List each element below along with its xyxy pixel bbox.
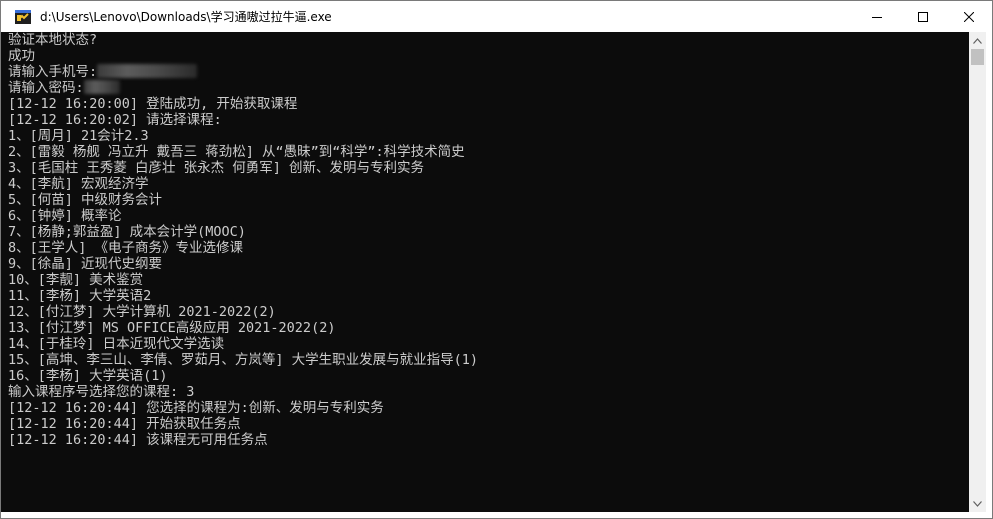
minimize-icon xyxy=(872,16,882,18)
course-list-item: 9、[徐晶] 近现代史纲要 xyxy=(8,256,163,272)
console-window: d:\Users\Lenovo\Downloads\学习通嗷过拉牛逼.exe 验… xyxy=(0,0,993,519)
course-list-item: 4、[李航] 宏观经济学 xyxy=(8,176,149,192)
maximize-button[interactable] xyxy=(900,1,946,32)
course-list-item: 15、[高坤、李三山、李倩、罗茹月、方岚等] 大学生职业发展与就业指导(1) xyxy=(8,352,479,368)
course-list-item: 3、[毛国柱 王秀菱 白彦壮 张永杰 何勇军] 创新、发明与专利实务 xyxy=(8,160,425,176)
course-list-item: 13、[付江梦] MS OFFICE高级应用 2021-2022(2) xyxy=(8,320,336,336)
password-prompt: 请输入密码: xyxy=(8,80,84,96)
course-list-item: 14、[于桂玲] 日本近现代文学选读 xyxy=(8,336,225,352)
course-list-item: 5、[何苗] 中级财务会计 xyxy=(8,192,163,208)
scroll-up-arrow-icon xyxy=(973,37,982,44)
course-list-item: 8、[王学人] 《电子商务》专业选修课 xyxy=(8,240,244,256)
course-list-item: 7、[杨静;郭益盈] 成本会计学(MOOC) xyxy=(8,224,246,240)
console-line-course-input: 输入课程序号选择您的课程: 3 xyxy=(8,384,195,400)
console-output[interactable]: 验证本地状态? 成功 请输入手机号: 请输入密码: [12-12 16:20:0… xyxy=(1,32,969,512)
console-app-icon[interactable] xyxy=(14,8,32,26)
scrollbar-thumb[interactable] xyxy=(971,49,984,65)
minimize-button[interactable] xyxy=(854,1,900,32)
course-list-item: 11、[李杨] 大学英语2 xyxy=(8,288,152,304)
maximize-icon xyxy=(918,11,928,22)
scroll-up-button[interactable] xyxy=(969,32,986,49)
console-line: [12-12 16:20:44] 该课程无可用任务点 xyxy=(8,432,268,448)
console-line-password: 请输入密码: xyxy=(8,80,969,96)
window-title: d:\Users\Lenovo\Downloads\学习通嗷过拉牛逼.exe xyxy=(40,10,332,24)
window-controls xyxy=(854,1,992,32)
course-list-item: 6、[钟婷] 概率论 xyxy=(8,208,122,224)
course-list-item: 1、[周月] 21会计2.3 xyxy=(8,128,149,144)
console-line: 验证本地状态? xyxy=(8,32,98,48)
title-bar[interactable]: d:\Users\Lenovo\Downloads\学习通嗷过拉牛逼.exe xyxy=(1,1,992,32)
course-list-item: 16、[李杨] 大学英语(1) xyxy=(8,368,168,384)
console-line: [12-12 16:20:02] 请选择课程: xyxy=(8,112,222,128)
course-list-item: 12、[付江梦] 大学计算机 2021-2022(2) xyxy=(8,304,276,320)
course-list-item: 2、[雷毅 杨舰 冯立升 戴吾三 蒋劲松] 从“愚昧”到“科学”:科学技术简史 xyxy=(8,144,465,160)
window-bottom-border xyxy=(1,512,992,518)
console-line: [12-12 16:20:44] 开始获取任务点 xyxy=(8,416,241,432)
console-line-phone: 请输入手机号: xyxy=(8,64,969,80)
console-line: [12-12 16:20:00] 登陆成功, 开始获取课程 xyxy=(8,96,298,112)
close-button[interactable] xyxy=(946,1,992,32)
scroll-down-button[interactable] xyxy=(969,495,986,512)
console-line: [12-12 16:20:44] 您选择的课程为:创新、发明与专利实务 xyxy=(8,400,384,416)
console-line: 成功 xyxy=(8,48,35,64)
close-icon xyxy=(964,11,974,22)
console-lines: 验证本地状态? 成功 请输入手机号: 请输入密码: [12-12 16:20:0… xyxy=(1,32,969,448)
scroll-down-arrow-icon xyxy=(973,500,982,507)
redacted-password xyxy=(83,80,120,94)
course-list-item: 10、[李靓] 美术鉴赏 xyxy=(8,272,144,288)
phone-prompt: 请输入手机号: xyxy=(8,64,98,80)
vertical-scrollbar[interactable] xyxy=(969,32,986,512)
redacted-phone xyxy=(97,64,198,78)
